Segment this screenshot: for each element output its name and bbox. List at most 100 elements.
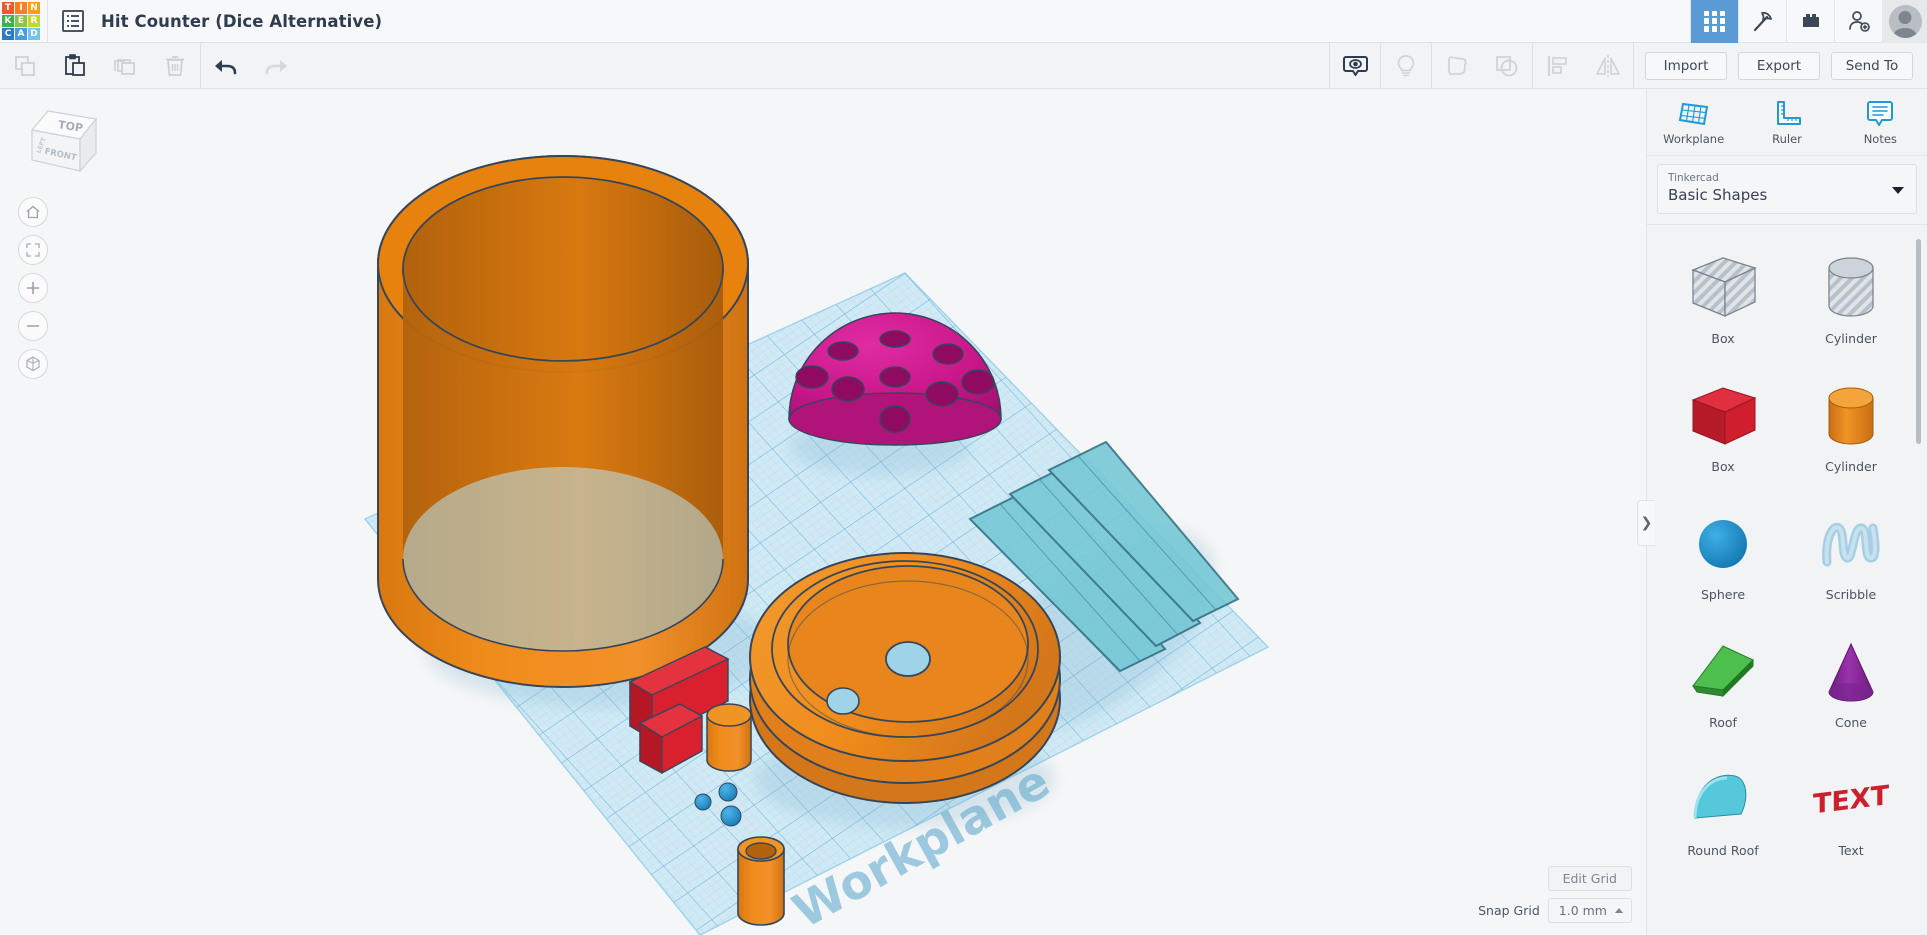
topbar-divider: [47, 0, 48, 43]
tinkercad-logo[interactable]: T I N K E R C A D: [2, 2, 40, 40]
view-cube[interactable]: TOP FRONT LEFT: [18, 105, 108, 185]
shape-label: Roof: [1709, 715, 1737, 730]
cylinder-solid-art: [1815, 375, 1887, 457]
invite-button[interactable]: [1834, 0, 1882, 43]
avatar-image: [1888, 4, 1922, 38]
shape-label: Cone: [1835, 715, 1867, 730]
shape-library-select[interactable]: Tinkercad Basic Shapes: [1657, 164, 1917, 214]
shape-item-box-solid[interactable]: Box: [1659, 367, 1787, 491]
redo-arrow-icon: [265, 59, 287, 74]
redo-button[interactable]: [251, 43, 301, 89]
list-document-icon[interactable]: [62, 10, 84, 32]
plus-icon: [26, 281, 40, 295]
blocks-button[interactable]: [1786, 0, 1834, 43]
duplicate-button[interactable]: [100, 43, 150, 89]
box-hole-art: [1683, 247, 1763, 329]
shape-label: Sphere: [1700, 587, 1746, 602]
paste-button[interactable]: [50, 43, 100, 89]
paste-icon: [65, 53, 85, 76]
shape-item-cylinder-solid[interactable]: Cylinder: [1787, 367, 1915, 491]
cube-icon: [26, 356, 40, 372]
shapes-panel: Workplane Ruler Notes Tinkercad Basic Sh…: [1646, 89, 1927, 935]
solid-button[interactable]: [1432, 43, 1482, 89]
tinker-tool-button[interactable]: [1738, 0, 1786, 43]
ruler-icon: [1776, 100, 1801, 125]
notes-tool-label: Notes: [1863, 131, 1897, 146]
align-button[interactable]: [1533, 43, 1583, 89]
hide-button[interactable]: [1381, 43, 1431, 89]
shape-item-cone[interactable]: Cone: [1787, 623, 1915, 747]
ruler-tool-button[interactable]: Ruler: [1740, 89, 1833, 155]
shapes-scrollbar-track[interactable]: [1916, 231, 1924, 929]
snap-grid-row: Snap Grid 1.0 mm: [1478, 898, 1632, 923]
round-roof-art: [1683, 759, 1763, 841]
notes-tool-button[interactable]: Notes: [1834, 89, 1927, 155]
home-view-button[interactable]: [18, 197, 48, 227]
shape-item-box-hole[interactable]: Box: [1659, 239, 1787, 363]
pickaxe-tool-icon: [1753, 11, 1772, 32]
notes-callout-icon: [1867, 100, 1894, 126]
orange-tube-large: [377, 155, 749, 688]
shapes-scroll-area[interactable]: Box Cylinder Box Cylinder Sphere Scribbl…: [1647, 224, 1927, 935]
shape-item-cylinder-hole[interactable]: Cylinder: [1787, 239, 1915, 363]
disc-center-hole: [885, 641, 931, 677]
group-shapes-icon: [1496, 55, 1518, 76]
copy-icon: [15, 55, 35, 76]
lightbulb-icon: [1397, 54, 1415, 76]
fit-view-icon: [26, 243, 40, 257]
shape-label: Round Roof: [1687, 843, 1759, 858]
workplane-tool-button[interactable]: Workplane: [1647, 89, 1740, 155]
orange-disc-lid: [749, 552, 1061, 804]
sendto-button[interactable]: Send To: [1831, 51, 1913, 80]
cone-art: [1815, 631, 1887, 713]
caret-up-icon: [1615, 908, 1623, 913]
group-button[interactable]: [1482, 43, 1532, 89]
logo-tile-c: C: [2, 28, 14, 40]
page-title: Hit Counter (Dice Alternative): [101, 11, 383, 31]
shape-item-round-roof[interactable]: Round Roof: [1659, 751, 1787, 875]
box-solid-art: [1683, 375, 1763, 457]
shape-item-sphere[interactable]: Sphere: [1659, 495, 1787, 619]
edit-grid-button[interactable]: Edit Grid: [1547, 866, 1632, 891]
zoom-in-button[interactable]: [18, 273, 48, 303]
import-button[interactable]: Import: [1645, 51, 1727, 80]
fit-to-view-button[interactable]: [18, 235, 48, 265]
home-icon: [26, 205, 40, 219]
main-toolbar: Import Export Send To: [0, 42, 1927, 89]
delete-button[interactable]: [150, 43, 200, 89]
copy-button[interactable]: [0, 43, 50, 89]
logo-tile-a: A: [15, 28, 27, 40]
3d-viewport[interactable]: Workplane TOP FRONT LEFT Edit Grid Snap …: [0, 89, 1646, 935]
logo-tile-t: T: [2, 2, 14, 14]
dashboard-grid-button[interactable]: [1690, 0, 1738, 43]
undo-button[interactable]: [201, 43, 251, 89]
3d-scene[interactable]: Workplane: [0, 89, 1646, 935]
shape-label: Cylinder: [1825, 331, 1877, 346]
grid-controls: Edit Grid Snap Grid 1.0 mm: [1478, 866, 1632, 923]
visibility-button[interactable]: [1330, 43, 1380, 89]
shapes-scrollbar-thumb[interactable]: [1916, 239, 1921, 444]
shape-item-scribble[interactable]: Scribble: [1787, 495, 1915, 619]
avatar[interactable]: [1882, 0, 1927, 43]
logo-tile-r: R: [28, 15, 40, 27]
shape-item-text[interactable]: TEXT Text: [1787, 751, 1915, 875]
shape-label: Cylinder: [1825, 459, 1877, 474]
minus-icon: [26, 325, 40, 327]
shape-label: Scribble: [1825, 587, 1877, 602]
shape-item-roof[interactable]: Roof: [1659, 623, 1787, 747]
export-button[interactable]: Export: [1738, 51, 1820, 80]
workplane-tool-label: Workplane: [1663, 131, 1725, 146]
logo-tile-k: K: [2, 15, 14, 27]
panel-tools-row: Workplane Ruler Notes: [1647, 89, 1927, 156]
snap-grid-select[interactable]: 1.0 mm: [1547, 898, 1632, 923]
ortho-perspective-button[interactable]: [18, 349, 48, 379]
mirror-button[interactable]: [1583, 43, 1633, 89]
shapes-grid: Box Cylinder Box Cylinder Sphere Scribbl…: [1647, 225, 1927, 875]
zoom-out-button[interactable]: [18, 311, 48, 341]
library-category: Basic Shapes: [1668, 186, 1768, 204]
scribble-art: [1813, 503, 1889, 585]
top-bar: T I N K E R C A D Hit Counter (Dice Alte…: [0, 0, 1927, 43]
disc-side-hole: [826, 687, 860, 715]
panel-collapse-handle[interactable]: ❯: [1637, 500, 1655, 546]
library-select-wrap: Tinkercad Basic Shapes: [1647, 156, 1927, 224]
